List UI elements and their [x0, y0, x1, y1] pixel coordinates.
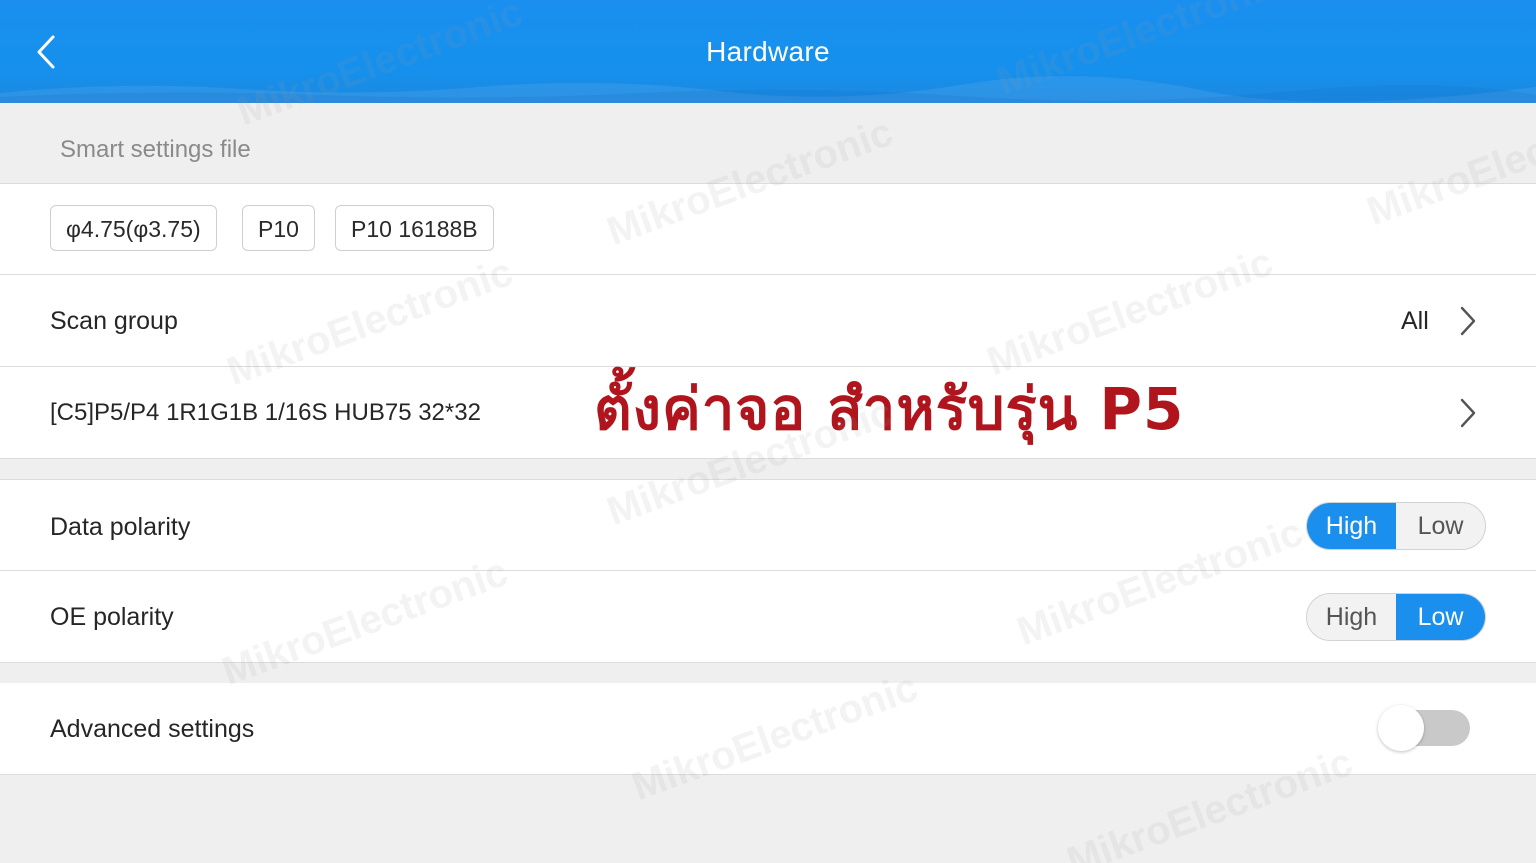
module-config-label: [C5]P5/P4 1R1G1B 1/16S HUB75 32*32 — [50, 399, 481, 426]
oe-polarity-row: OE polarity High Low — [0, 570, 1536, 663]
back-button[interactable] — [26, 28, 66, 76]
data-polarity-toggle[interactable]: High Low — [1306, 502, 1486, 550]
data-polarity-low-option[interactable]: Low — [1396, 503, 1485, 549]
chevron-left-icon — [37, 35, 55, 69]
chip-p10-16188b[interactable]: P10 16188B — [335, 205, 494, 251]
scan-group-value: All — [1401, 307, 1429, 335]
scan-group-label: Scan group — [50, 307, 178, 335]
smart-settings-label: Smart settings file — [60, 136, 251, 163]
chip-p10[interactable]: P10 — [242, 205, 315, 251]
oe-polarity-toggle[interactable]: High Low — [1306, 593, 1486, 641]
data-polarity-row: Data polarity High Low — [0, 479, 1536, 571]
hardware-settings-page: Hardware Smart settings file φ4.75(φ3.75… — [0, 0, 1536, 863]
oe-polarity-low-option[interactable]: Low — [1396, 594, 1485, 640]
oe-polarity-label: OE polarity — [50, 603, 174, 631]
oe-polarity-high-option[interactable]: High — [1307, 594, 1396, 640]
data-polarity-label: Data polarity — [50, 513, 191, 541]
chevron-right-icon — [1460, 398, 1476, 428]
chip-phi-4-75[interactable]: φ4.75(φ3.75) — [50, 205, 217, 251]
chevron-right-icon — [1460, 306, 1476, 336]
advanced-settings-row: Advanced settings — [0, 683, 1536, 775]
advanced-settings-label: Advanced settings — [50, 715, 255, 743]
data-polarity-high-option[interactable]: High — [1307, 503, 1396, 549]
switch-knob — [1378, 705, 1424, 751]
scan-group-row[interactable]: Scan group All — [0, 274, 1536, 366]
advanced-settings-switch[interactable] — [1378, 705, 1472, 751]
smart-settings-chip-row: φ4.75(φ3.75) P10 P10 16188B — [0, 183, 1536, 275]
app-header: Hardware — [0, 0, 1536, 103]
thai-annotation-overlay: ตั้งค่าจอ สำหรับรุ่น P5 — [594, 375, 1185, 443]
page-title: Hardware — [706, 36, 830, 67]
